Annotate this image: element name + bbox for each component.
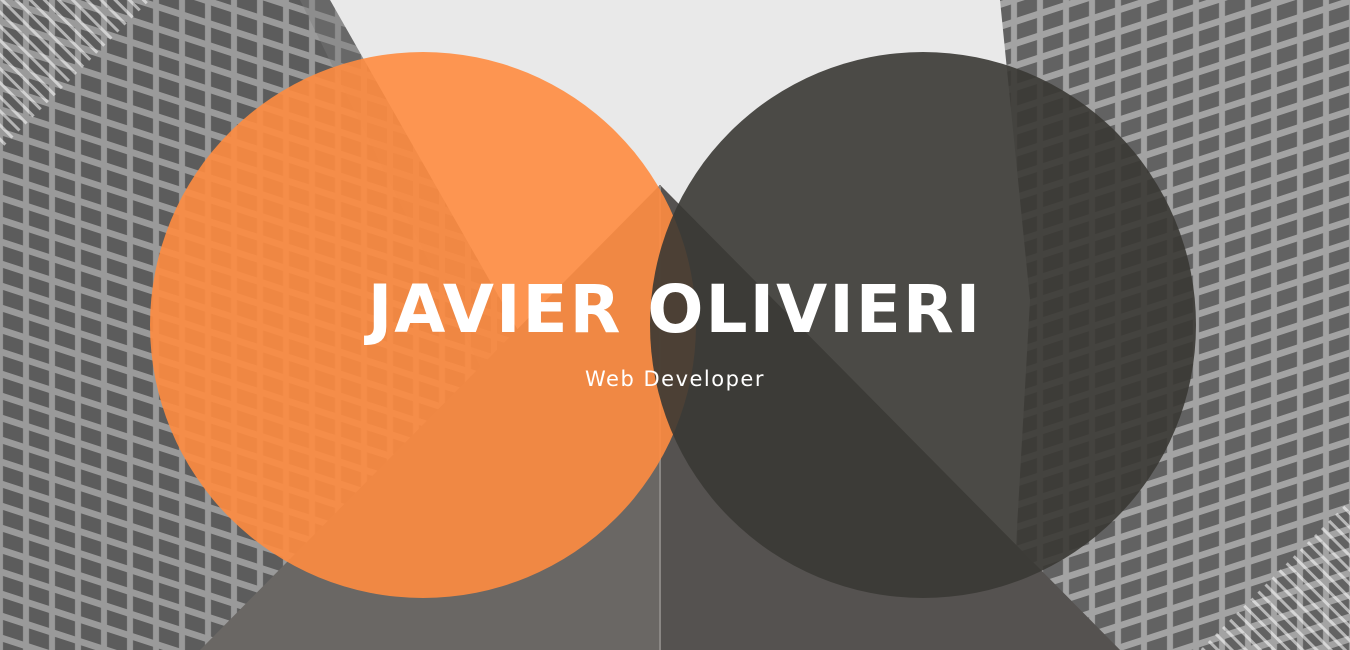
person-name: JAVIER OLIVIERI: [367, 271, 983, 348]
profile-banner: JAVIER OLIVIERI Web Developer: [0, 0, 1350, 650]
job-title: Web Developer: [585, 367, 765, 391]
